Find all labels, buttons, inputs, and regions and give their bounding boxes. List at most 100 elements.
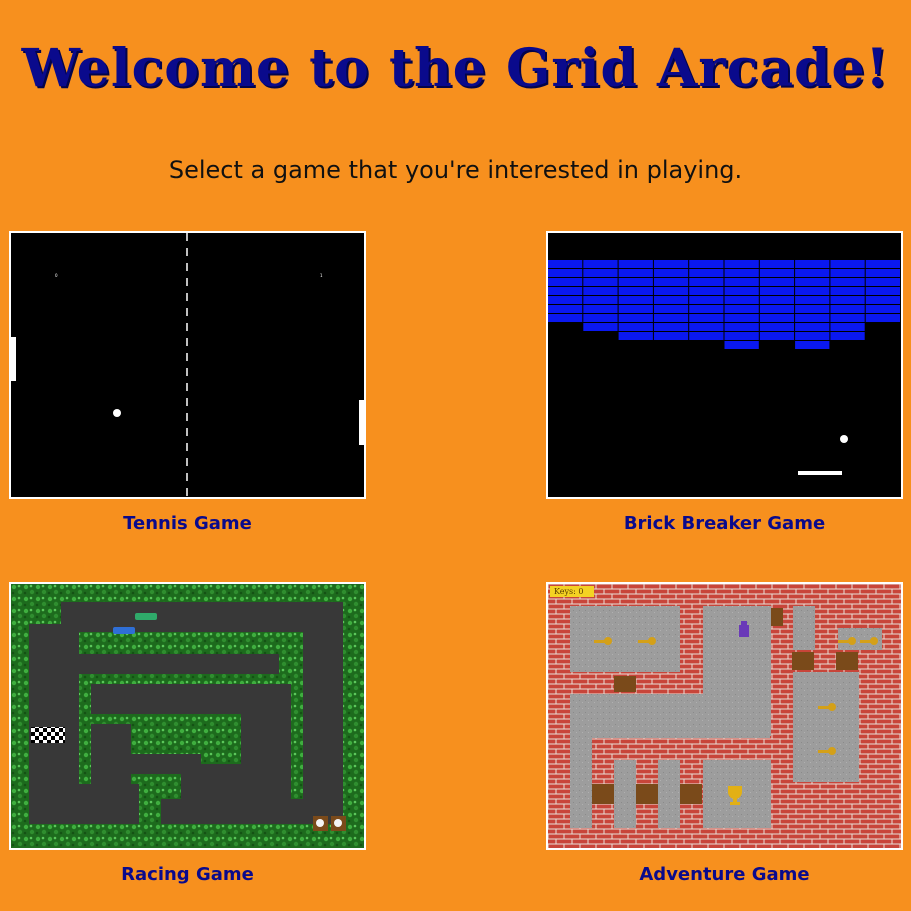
brick bbox=[795, 305, 830, 313]
brick bbox=[689, 305, 724, 313]
brick bbox=[583, 260, 618, 268]
brick bbox=[865, 269, 900, 277]
brick bbox=[865, 260, 900, 268]
brick bbox=[653, 296, 689, 304]
brick bbox=[653, 305, 689, 313]
brick bbox=[795, 341, 830, 349]
brick bbox=[795, 278, 830, 286]
brick bbox=[795, 260, 830, 268]
brick bbox=[689, 287, 724, 295]
brick bbox=[653, 287, 689, 295]
racing-game-link[interactable]: Racing Game bbox=[9, 864, 366, 885]
brick bbox=[830, 269, 865, 277]
brick bbox=[759, 260, 795, 268]
brick bbox=[548, 287, 583, 295]
brick bbox=[795, 287, 830, 295]
brick bbox=[759, 296, 795, 304]
brick bbox=[830, 278, 865, 286]
brick bbox=[724, 296, 759, 304]
brick bbox=[653, 323, 689, 331]
brick bbox=[583, 278, 618, 286]
brick bbox=[795, 323, 830, 331]
brick-breaker-preview bbox=[548, 233, 901, 497]
brick bbox=[759, 287, 795, 295]
brick bbox=[724, 305, 759, 313]
page-title: Welcome to the Grid Arcade! bbox=[21, 38, 890, 99]
brick bbox=[618, 287, 653, 295]
brick-ball bbox=[840, 435, 848, 443]
brick bbox=[583, 305, 618, 313]
brick bbox=[618, 323, 653, 331]
brick bbox=[724, 341, 759, 349]
brick bbox=[653, 269, 689, 277]
brick bbox=[548, 278, 583, 286]
brick-breaker-game-thumbnail[interactable] bbox=[546, 231, 903, 499]
brick bbox=[583, 314, 618, 322]
brick bbox=[689, 332, 724, 340]
brick bbox=[795, 314, 830, 322]
brick bbox=[795, 296, 830, 304]
racing-preview bbox=[11, 584, 364, 848]
brick bbox=[865, 278, 900, 286]
brick bbox=[759, 278, 795, 286]
brick bbox=[865, 314, 900, 322]
game-card-adventure: Keys: 0 Adventure Game bbox=[546, 582, 903, 885]
brick bbox=[724, 332, 759, 340]
brick bbox=[653, 260, 689, 268]
brick bbox=[830, 323, 865, 331]
brick bbox=[548, 296, 583, 304]
brick bbox=[830, 287, 865, 295]
brick bbox=[583, 269, 618, 277]
brick bbox=[830, 260, 865, 268]
brick bbox=[724, 269, 759, 277]
brick bbox=[583, 323, 618, 331]
tennis-ball bbox=[113, 409, 121, 417]
right-paddle bbox=[359, 400, 364, 445]
brick bbox=[759, 314, 795, 322]
racing-game-thumbnail[interactable] bbox=[9, 582, 366, 850]
tennis-game-thumbnail[interactable]: 0 1 bbox=[9, 231, 366, 499]
brick bbox=[618, 296, 653, 304]
adventure-game-thumbnail[interactable]: Keys: 0 bbox=[546, 582, 903, 850]
brick bbox=[759, 269, 795, 277]
brick bbox=[583, 296, 618, 304]
brick bbox=[865, 305, 900, 313]
brick bbox=[759, 332, 795, 340]
brick bbox=[759, 305, 795, 313]
page-subtitle: Select a game that you're interested in … bbox=[168, 156, 743, 184]
brick bbox=[830, 314, 865, 322]
brick bbox=[724, 287, 759, 295]
brick bbox=[830, 296, 865, 304]
brick bbox=[865, 296, 900, 304]
left-paddle bbox=[11, 337, 16, 381]
brick bbox=[548, 269, 583, 277]
brick bbox=[618, 332, 653, 340]
adventure-preview: Keys: 0 bbox=[548, 584, 901, 848]
brick bbox=[724, 278, 759, 286]
brick bbox=[865, 287, 900, 295]
brick-paddle bbox=[798, 471, 842, 475]
finish-line bbox=[31, 727, 65, 743]
brick bbox=[689, 269, 724, 277]
brick bbox=[724, 323, 759, 331]
brick bbox=[724, 314, 759, 322]
game-card-racing: Racing Game bbox=[9, 582, 366, 885]
brick bbox=[653, 314, 689, 322]
brick bbox=[548, 305, 583, 313]
blue-car bbox=[113, 627, 135, 634]
brick-breaker-game-link[interactable]: Brick Breaker Game bbox=[546, 513, 903, 534]
game-card-tennis: 0 1 Tennis Game bbox=[9, 231, 366, 534]
trophy-icon bbox=[728, 786, 742, 805]
brick bbox=[689, 296, 724, 304]
game-card-brick-breaker: Brick Breaker Game bbox=[546, 231, 903, 534]
brick bbox=[689, 260, 724, 268]
tennis-game-link[interactable]: Tennis Game bbox=[9, 513, 366, 534]
brick bbox=[618, 260, 653, 268]
brick bbox=[618, 269, 653, 277]
tennis-preview: 0 1 bbox=[11, 233, 364, 497]
brick bbox=[795, 332, 830, 340]
brick bbox=[653, 278, 689, 286]
adventure-game-link[interactable]: Adventure Game bbox=[546, 864, 903, 885]
brick bbox=[830, 305, 865, 313]
brick bbox=[583, 287, 618, 295]
